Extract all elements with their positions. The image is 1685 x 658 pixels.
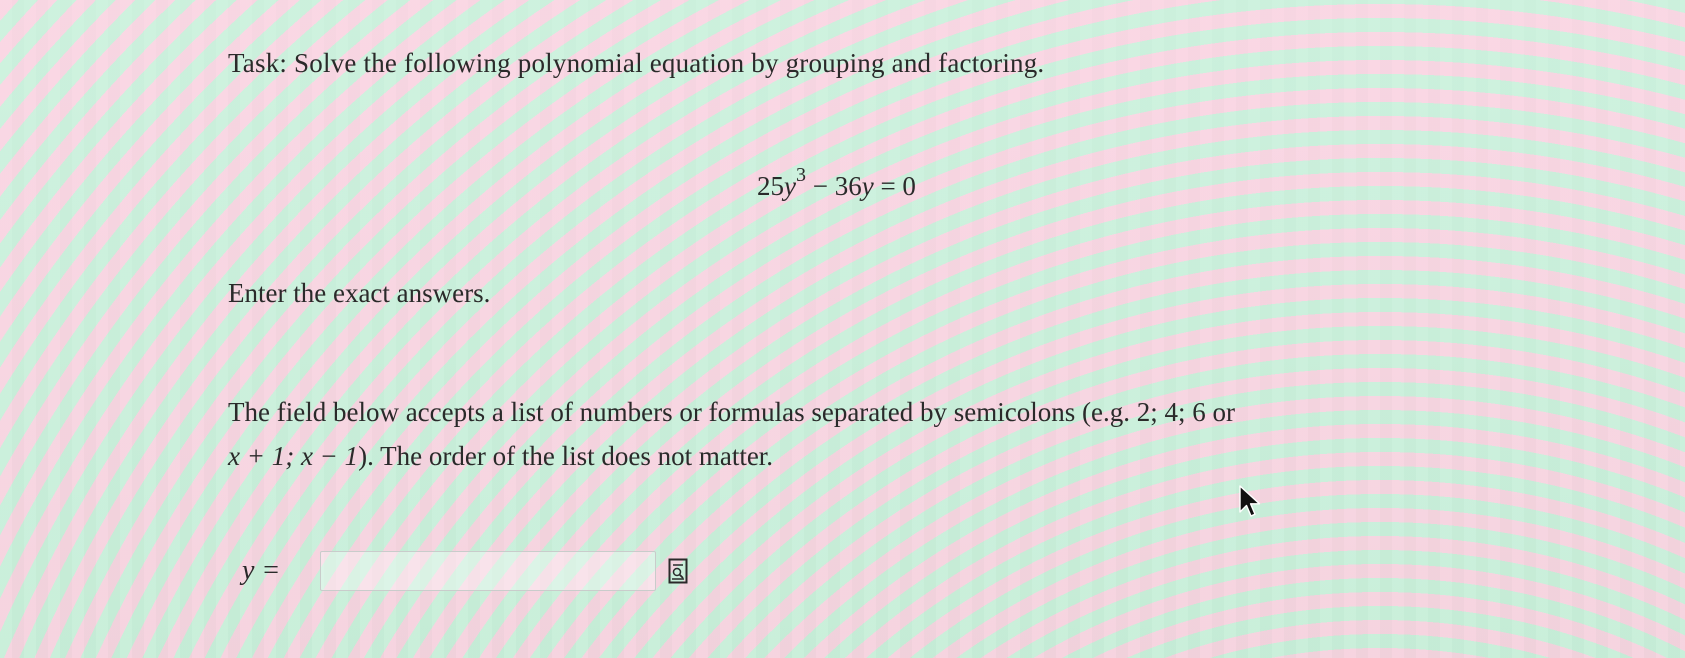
- field-description: The field below accepts a list of number…: [228, 390, 1518, 478]
- answer-label: y =: [242, 555, 281, 586]
- equation-variable: y: [784, 171, 796, 201]
- instruction-text: Enter the exact answers.: [228, 278, 491, 308]
- equation-variable-2: y: [861, 171, 874, 201]
- description-example-math: x + 1; x − 1: [228, 441, 359, 471]
- answer-input[interactable]: [320, 551, 656, 591]
- answer-row: y =: [242, 548, 688, 594]
- description-line-1: The field below accepts a list of number…: [228, 397, 1235, 427]
- preview-icon[interactable]: [668, 558, 688, 584]
- equation: 25y3 − 36y = 0: [757, 164, 916, 202]
- equation-exponent: 3: [795, 164, 806, 186]
- mouse-pointer-icon: [1238, 484, 1264, 520]
- task-statement: Task: Solve the following polynomial equ…: [228, 48, 1045, 78]
- equation-rhs: = 0: [873, 171, 916, 201]
- problem-page: Task: Solve the following polynomial equ…: [0, 0, 1685, 658]
- description-line-2: ). The order of the list does not matter…: [358, 441, 774, 471]
- equation-coefficient: 25: [757, 171, 784, 201]
- equation-term: − 36: [805, 171, 862, 201]
